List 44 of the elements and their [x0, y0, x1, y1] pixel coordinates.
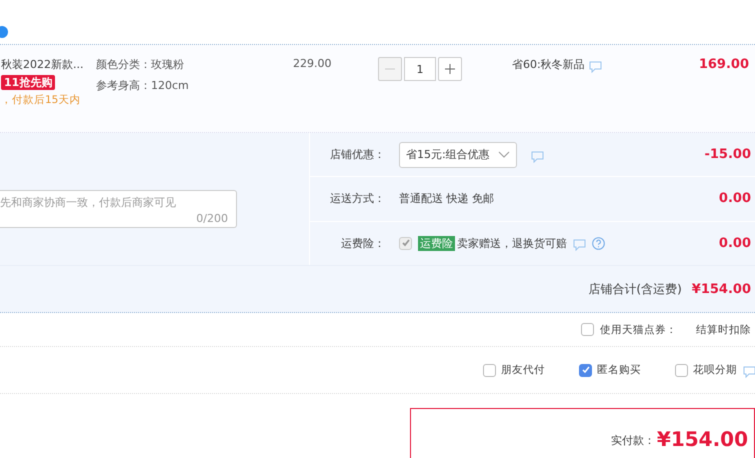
- coupon-dropdown[interactable]: 省15元:组合优惠: [399, 142, 517, 168]
- insurance-tag: 运费险: [418, 236, 455, 251]
- row-amount: 0.00: [718, 236, 752, 251]
- spec-text: 参考身高：120cm: [96, 78, 190, 93]
- row-label: 运费险：: [340, 236, 385, 251]
- checkmark-icon: [580, 365, 590, 375]
- coupon-label: 使用天猫点券：: [600, 322, 678, 336]
- option-label: 朋友代付: [501, 363, 545, 377]
- coupon-checkbox[interactable]: [581, 323, 594, 336]
- plus-button[interactable]: [438, 57, 462, 81]
- insurance-text: 卖家赠送，退换货可赔: [457, 236, 567, 251]
- badge-icon: [0, 26, 10, 38]
- shop-total-label: 店铺合计(含运费): [588, 280, 682, 298]
- shop-total-amount: ¥154.00: [692, 282, 751, 296]
- spec-text: 颜色分类：玫瑰粉: [96, 57, 185, 72]
- minus-button[interactable]: [378, 57, 402, 81]
- plus-icon: [444, 63, 456, 75]
- row-label: 店铺优惠：: [329, 147, 385, 162]
- chat-icon[interactable]: [573, 239, 586, 252]
- help-icon[interactable]: [592, 236, 605, 250]
- option-checkbox[interactable]: [675, 364, 688, 376]
- product-title[interactable]: 秋装2022新款...: [1, 57, 96, 72]
- option-checkbox[interactable]: [483, 364, 496, 376]
- unit-price: 229.00: [293, 57, 332, 70]
- shipping-text: 普通配送 快递 免邮: [399, 191, 494, 206]
- row-amount: 0.00: [718, 191, 752, 206]
- chat-icon[interactable]: [588, 61, 602, 73]
- discount-text: 省60:秋冬新品: [512, 57, 585, 72]
- option-label: 匿名购买: [597, 363, 641, 377]
- chat-icon[interactable]: [743, 366, 755, 378]
- delivery-note: ，付款后15天内: [1, 93, 82, 107]
- payment-amount: ¥154.00: [656, 427, 748, 451]
- coupon-note: 结算时扣除: [696, 322, 751, 336]
- quantity-field[interactable]: 1: [404, 57, 436, 81]
- payment-label: 实付款：: [610, 433, 655, 448]
- option-label: 花呗分期: [693, 363, 737, 377]
- checkmark-icon: [400, 238, 410, 248]
- chat-icon[interactable]: [530, 150, 544, 163]
- promo-badge: 11抢先购: [1, 75, 56, 90]
- subtotal-amount: 169.00: [698, 57, 750, 72]
- option-checkbox[interactable]: [579, 364, 592, 376]
- chevron-down-icon: [498, 150, 510, 159]
- row-label: 运送方式：: [329, 191, 385, 206]
- row-amount: -15.00: [704, 147, 752, 162]
